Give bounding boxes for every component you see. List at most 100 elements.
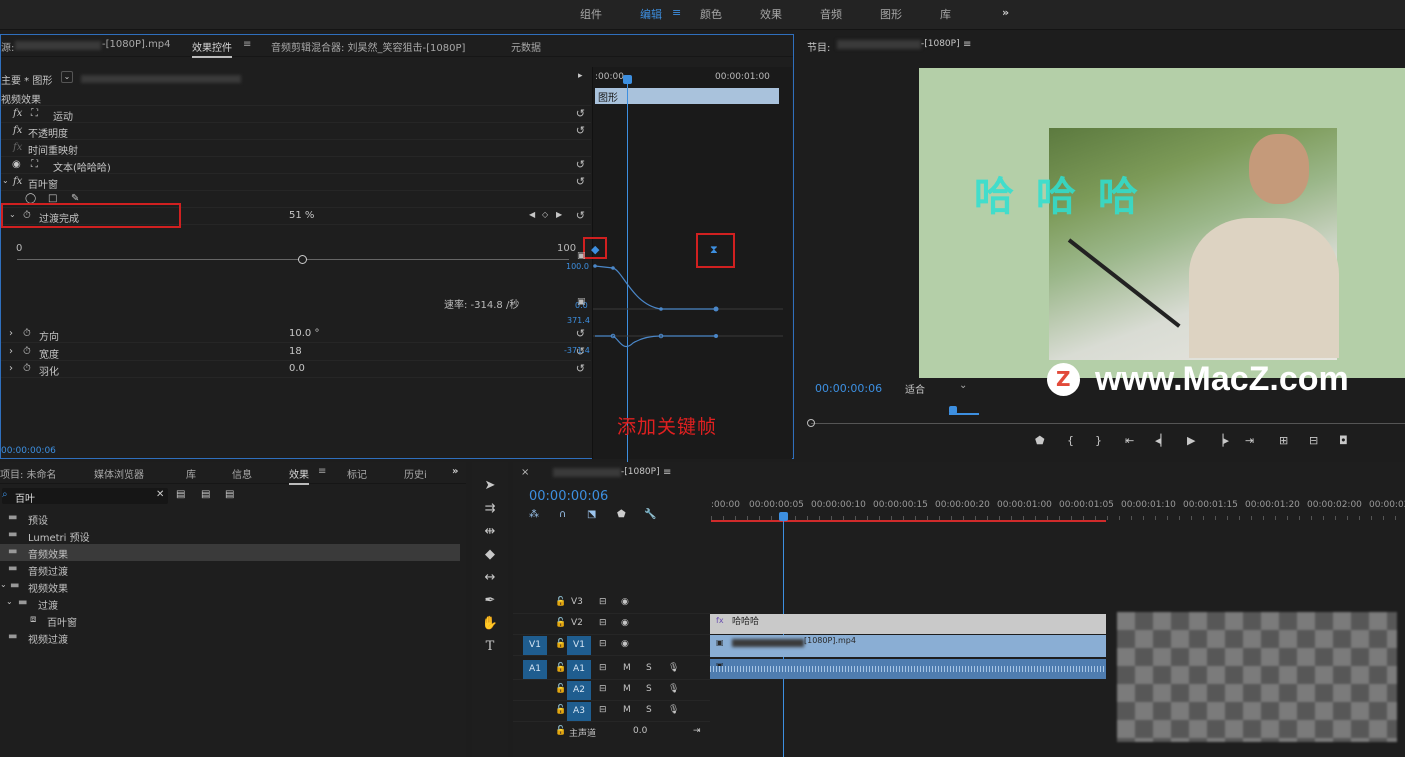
lock-icon[interactable]: 🔓 [555,639,566,649]
track-target-v1[interactable]: V1 [567,636,591,655]
chevron-down-icon[interactable]: ⌄ [2,176,9,185]
more-workspaces-icon[interactable]: » [1002,6,1009,19]
pen-tool-icon[interactable]: ✒ [480,593,500,613]
tab-audio-clip-mixer[interactable]: 音频剪辑混合器: 刘昊然_笑容狙击-[1080P] [271,39,465,54]
sequence-menu-icon[interactable]: ≡ [663,467,671,478]
ec-timeline[interactable]: :00:00 00:00:01:00 图形 ◆ ⧗ 100.0 0.0 371.… [564,67,792,474]
program-menu-icon[interactable]: ≡ [963,39,971,50]
mute-button[interactable]: M [623,705,631,715]
microphone-icon[interactable]: 🎙 [668,663,679,673]
solo-button[interactable]: S [646,663,652,673]
reset-icon[interactable]: ↺ [576,175,585,188]
chevron-down-icon[interactable]: ⌄ [6,597,13,606]
step-forward-icon[interactable]: ▕▸ [1215,434,1229,447]
next-keyframe-icon[interactable]: ▶ [556,210,562,219]
mute-button[interactable]: M [623,684,631,694]
tab-menu-icon[interactable]: ≡ [318,466,326,477]
track-target-a3[interactable]: A3 [567,702,591,721]
chevron-down-icon[interactable]: ⌄ [959,380,967,391]
reset-icon[interactable]: ↺ [576,107,585,120]
close-icon[interactable]: × [521,467,529,478]
clip-audio[interactable]: ▣ [710,659,1106,679]
workspace-tab-library[interactable]: 库 [940,6,951,22]
lift-icon[interactable]: ⊞ [1279,434,1288,447]
stopwatch-icon[interactable]: ⏱ [23,328,31,339]
reset-icon[interactable]: ↺ [576,362,585,375]
param-value[interactable]: 0.0 [289,363,305,374]
tab-info[interactable]: 信息 [232,466,252,481]
tab-effects[interactable]: 效果 [289,466,309,485]
ec-timecode[interactable]: 00:00:00:06 [1,446,56,456]
sync-lock-icon[interactable]: ⊟ [599,684,607,694]
lock-icon[interactable]: 🔓 [555,726,566,736]
accelerated-effects-icon[interactable]: ▤ [176,489,185,500]
yuv-effects-icon[interactable]: ▤ [225,489,234,500]
tab-effect-controls[interactable]: 效果控件 [192,39,232,58]
clip-text[interactable]: fx 哈哈哈 [710,614,1106,634]
play-icon[interactable]: ▶ [1187,434,1195,447]
clip-bar[interactable]: 图形 [595,88,779,104]
scrub-handle[interactable] [807,419,815,427]
filter-icon[interactable]: ▣ [577,297,586,307]
scrub-bar[interactable] [811,423,1405,424]
track-target-a2[interactable]: A2 [567,681,591,700]
sequence-title[interactable]: -[1080P] [621,467,660,477]
program-timecode[interactable]: 00:00:00:06 [815,382,882,395]
extract-icon[interactable]: ⊟ [1309,434,1318,447]
sync-lock-icon[interactable]: ⊟ [599,639,607,649]
solo-button[interactable]: S [646,684,652,694]
clear-search-icon[interactable]: ✕ [156,489,164,500]
lock-icon[interactable]: 🔓 [555,663,566,673]
tree-item-presets[interactable]: ▬ 预设 [0,510,460,527]
add-keyframe-icon[interactable]: ◇ [542,210,548,219]
time-ruler[interactable]: :00:00 00:00:00:05 00:00:00:10 00:00:00:… [711,498,1405,524]
slider-track[interactable] [17,259,569,260]
32bit-effects-icon[interactable]: ▤ [201,489,210,500]
clip-video[interactable]: ▣ [1080P].mp4 [710,635,1106,657]
microphone-icon[interactable]: 🎙 [668,684,679,694]
tree-item-audio-effects[interactable]: ▬ 音频效果 [0,544,460,561]
param-row-width[interactable]: › ⏱ 宽度 18 ↺ [1,344,591,361]
slider-thumb[interactable] [298,255,307,264]
tree-item-transition[interactable]: ⌄ ▬ 过渡 [0,595,460,612]
tree-item-video-transitions[interactable]: ▬ 视频过渡 [0,629,460,646]
linked-select-icon[interactable]: ⬔ [587,509,596,520]
reset-icon[interactable]: ↺ [576,158,585,171]
reset-icon[interactable]: ↺ [576,327,585,340]
effect-row-motion[interactable]: fx ⛶ 运动 ↺ [1,106,591,123]
slip-tool-icon[interactable]: ↔ [480,570,500,590]
reset-icon[interactable]: ↺ [576,124,585,137]
search-box[interactable]: ⌕ 百叶 ✕ [2,488,168,505]
mute-button[interactable]: M [623,663,631,673]
sync-lock-icon[interactable]: ⊟ [599,705,607,715]
workspace-tab-edit[interactable]: 编辑 [640,6,662,22]
ripple-edit-tool-icon[interactable]: ⇹ [480,524,500,544]
wrench-icon[interactable]: 🔧 [644,509,656,520]
workspace-tab-color[interactable]: 颜色 [700,6,722,22]
lock-icon[interactable]: 🔓 [555,618,566,628]
add-marker-icon[interactable]: ⬟ [617,509,626,520]
tab-metadata[interactable]: 元数据 [511,39,541,54]
tree-item-lumetri[interactable]: ▬ Lumetri 预设 [0,527,460,544]
stopwatch-icon[interactable]: ⏱ [23,346,31,357]
go-to-end-icon[interactable]: ⇥ [693,726,701,736]
track-select-tool-icon[interactable]: ⇉ [480,501,500,521]
eye-icon[interactable]: ◉ [621,618,629,628]
param-row-direction[interactable]: › ⏱ 方向 10.0 ° ↺ [1,326,591,343]
effect-row-blinds[interactable]: ⌄ fx 百叶窗 ↺ [1,174,591,191]
source-patch-a1[interactable]: A1 [523,660,547,679]
go-to-in-icon[interactable]: ⇤ [1125,434,1134,447]
workspace-tab-effects[interactable]: 效果 [760,6,782,22]
lock-icon[interactable]: 🔓 [555,684,566,694]
reset-icon[interactable]: ↺ [576,209,585,222]
chevron-right-icon[interactable]: › [9,328,13,339]
source-patch-v1[interactable]: V1 [523,636,547,655]
master-value[interactable]: 0.0 [633,726,647,736]
effect-row-opacity[interactable]: fx 不透明度 ↺ [1,123,591,140]
value-graph[interactable] [593,257,783,357]
sequence-timecode[interactable]: 00:00:00:06 [529,489,608,504]
workspace-tab-graphics[interactable]: 图形 [880,6,902,22]
eye-icon[interactable]: ◉ [12,159,21,170]
track-target-a1[interactable]: A1 [567,660,591,679]
playhead-handle[interactable] [623,75,632,84]
